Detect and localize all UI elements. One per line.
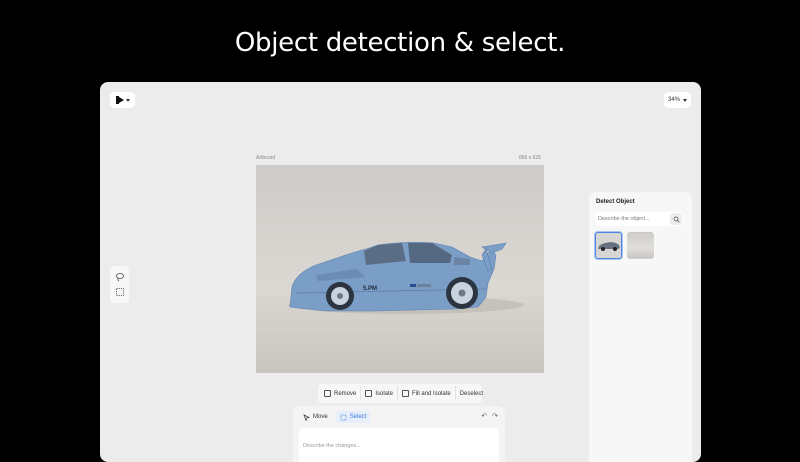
rear-wheel xyxy=(446,277,478,309)
isolate-icon xyxy=(365,390,373,397)
detected-object-background[interactable] xyxy=(627,232,654,259)
svg-text:5.PM: 5.PM xyxy=(363,286,377,292)
select-mode-button[interactable]: Select xyxy=(335,411,371,423)
detect-search-input[interactable] xyxy=(598,212,668,226)
isolate-label: Isolate xyxy=(375,390,394,397)
deselect-button[interactable]: Deselect xyxy=(454,386,487,401)
zoom-level: 34% xyxy=(667,97,680,103)
remove-button[interactable]: Remove xyxy=(320,386,360,401)
fill-isolate-icon xyxy=(402,390,410,397)
prompt-panel: Move Select ↶ ↷ xyxy=(293,406,505,462)
select-icon xyxy=(340,414,347,420)
fill-isolate-button[interactable]: Fill and Isolate xyxy=(397,386,455,401)
undo-icon[interactable]: ↶ xyxy=(481,412,487,420)
car-image: 5.PM xyxy=(256,165,544,373)
editor-window: 34% Artboard 866 x 625 5.PM Remove Isola… xyxy=(100,82,701,462)
history-controls: ↶ ↷ xyxy=(481,412,498,420)
chevron-down-icon xyxy=(683,98,687,102)
detected-object-car[interactable] xyxy=(595,232,622,259)
prompt-input[interactable] xyxy=(299,428,499,462)
detect-object-panel: Detect Object xyxy=(589,192,692,462)
selection-action-bar: Remove Isolate Fill and Isolate Deselect xyxy=(318,384,483,403)
isolate-button[interactable]: Isolate xyxy=(360,386,397,401)
move-icon xyxy=(303,413,310,421)
car-thumbnail xyxy=(597,241,620,251)
artboard-canvas[interactable]: 5.PM xyxy=(256,165,544,373)
search-icon xyxy=(673,216,680,223)
artboard-size: 866 x 625 xyxy=(519,155,541,161)
left-toolbar xyxy=(110,266,129,303)
fill-isolate-label: Fill and Isolate xyxy=(412,390,451,397)
lasso-icon[interactable] xyxy=(114,271,125,282)
remove-icon xyxy=(324,390,331,397)
chevron-down-icon xyxy=(125,98,130,102)
artboard-label: Artboard xyxy=(256,155,276,161)
move-label: Move xyxy=(313,414,328,420)
front-wheel xyxy=(326,282,354,310)
logo-icon xyxy=(115,96,124,104)
zoom-dropdown[interactable]: 34% xyxy=(664,92,691,108)
deselect-label: Deselect xyxy=(459,390,484,397)
detect-search xyxy=(595,212,683,226)
select-label: Select xyxy=(349,414,367,420)
marquee-select-icon[interactable] xyxy=(114,287,125,298)
redo-icon[interactable]: ↷ xyxy=(492,412,498,420)
remove-label: Remove xyxy=(334,390,357,397)
mode-switcher: Move Select xyxy=(299,411,371,423)
detect-panel-title: Detect Object xyxy=(596,199,635,205)
search-button[interactable] xyxy=(670,213,682,225)
detected-objects xyxy=(595,232,654,259)
logo-menu-button[interactable] xyxy=(110,92,135,108)
hero-title: Object detection & select. xyxy=(234,28,566,58)
move-mode-button[interactable]: Move xyxy=(299,411,332,423)
